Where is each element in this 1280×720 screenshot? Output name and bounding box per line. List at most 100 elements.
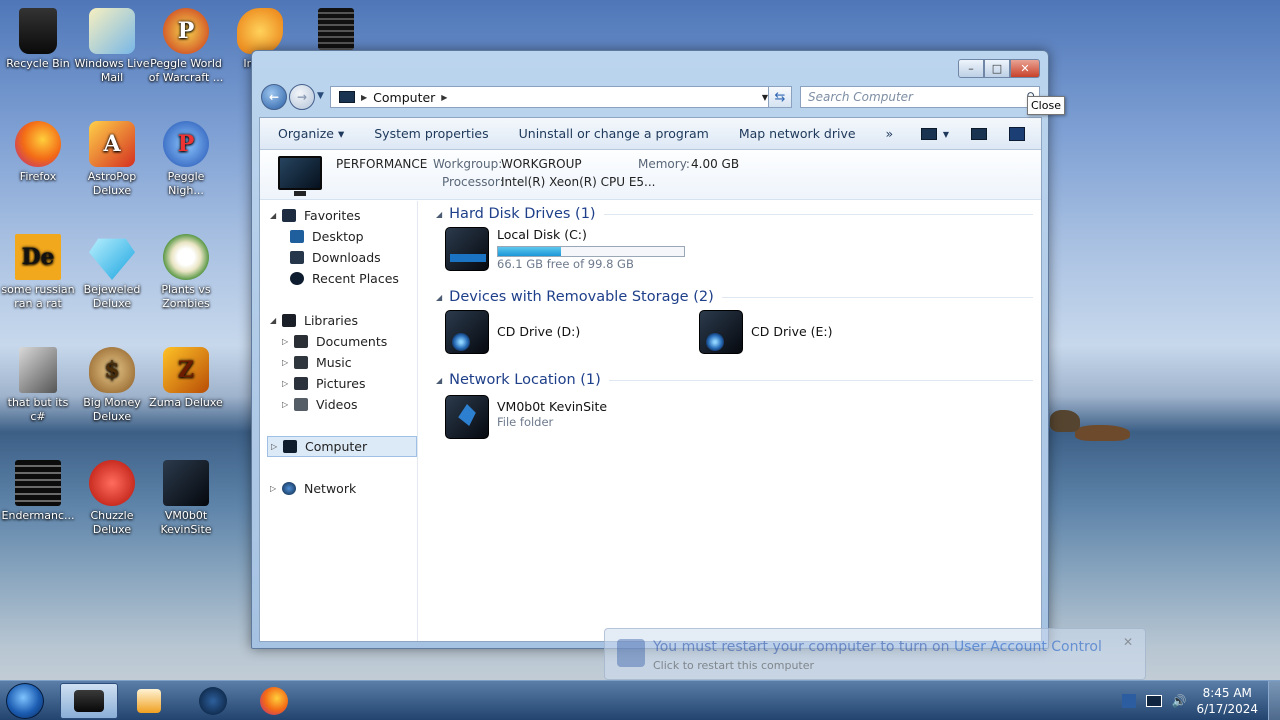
drive-c[interactable]: Local Disk (C:) 66.1 GB free of 99.8 GB <box>445 227 685 271</box>
start-button[interactable] <box>6 683 44 719</box>
content-pane: ◢ Hard Disk Drives (1) Local Disk (C:) 66… <box>426 201 1041 641</box>
command-bar: Organize ▾ System properties Uninstall o… <box>260 118 1041 150</box>
address-bar[interactable]: ▶ Computer ▶ ▼ <box>330 86 774 108</box>
computer-icon <box>283 440 297 453</box>
expand-icon[interactable]: ▷ <box>282 400 290 409</box>
group-network-location[interactable]: ◢ Network Location (1) <box>436 370 1033 390</box>
collapse-icon: ◢ <box>436 292 443 302</box>
network-location-vm0b0t[interactable]: VM0b0t KevinSite File folder <box>445 395 607 439</box>
drive-d[interactable]: CD Drive (D:) <box>445 310 580 354</box>
de-icon: De <box>15 234 61 280</box>
desktop-icon-zuma[interactable]: Z Zuma Deluxe <box>148 347 224 410</box>
tower-icon[interactable] <box>318 8 354 50</box>
desktop-icon <box>290 230 304 243</box>
desktop-icon-bejeweled[interactable]: Bejeweled Deluxe <box>74 234 150 311</box>
desktop-icon-live-mail[interactable]: Windows Live Mail <box>74 8 150 85</box>
maximize-button[interactable]: □ <box>984 59 1010 78</box>
taskbar-explorer[interactable] <box>60 683 118 719</box>
organize-button[interactable]: Organize ▾ <box>260 126 359 141</box>
search-input[interactable]: Search Computer ⚲ <box>800 86 1040 108</box>
desktop-icon-chuzzle[interactable]: Chuzzle Deluxe <box>74 460 150 537</box>
workgroup-label: Workgroup: <box>433 157 503 171</box>
desktop-icon-endermanch[interactable]: Endermanc... <box>0 460 76 523</box>
expand-icon[interactable]: ▷ <box>282 358 290 367</box>
computer-icon <box>278 156 322 196</box>
processor-label: Processor: <box>442 175 504 189</box>
taskbar-network[interactable] <box>184 683 242 719</box>
nav-videos[interactable]: ▷ Videos <box>260 394 418 415</box>
desktop-icon-recycle-bin[interactable]: Recycle Bin <box>0 8 76 71</box>
navigation-pane: ◢ Favorites Desktop Downloads Recent Plac… <box>260 201 418 641</box>
expand-icon[interactable]: ▷ <box>282 379 290 388</box>
map-network-drive-button[interactable]: Map network drive <box>724 126 871 141</box>
system-tray: 🔊 8:45 AM 6/17/2024 <box>1121 681 1258 720</box>
collapse-icon: ◢ <box>436 209 443 219</box>
desktop-icon-pvz[interactable]: Plants vs Zombies <box>148 234 224 311</box>
details-pane: PERFORMANCE Workgroup: WORKGROUP Memory:… <box>260 150 1041 200</box>
nav-pictures[interactable]: ▷ Pictures <box>260 373 418 394</box>
clock[interactable]: 8:45 AM 6/17/2024 <box>1196 685 1258 717</box>
uninstall-program-button[interactable]: Uninstall or change a program <box>504 126 724 141</box>
system-properties-button[interactable]: System properties <box>359 126 503 141</box>
nav-libraries[interactable]: ◢ Libraries <box>260 310 418 331</box>
drive-c-name: Local Disk (C:) <box>497 227 587 242</box>
windows-stack-icon <box>19 347 57 393</box>
expand-icon[interactable]: ▷ <box>282 337 290 346</box>
nav-recent-places[interactable]: Recent Places <box>260 268 418 289</box>
desktop-icon-some-russian[interactable]: De some russian ran a rat <box>0 234 76 311</box>
desktop-icon-astropop[interactable]: A AstroPop Deluxe <box>74 121 150 198</box>
expand-icon[interactable]: ▷ <box>271 442 279 451</box>
breadcrumb-computer[interactable]: Computer <box>373 90 435 105</box>
nav-desktop[interactable]: Desktop <box>260 226 418 247</box>
collapse-icon[interactable]: ◢ <box>270 211 278 220</box>
group-hard-disk-drives[interactable]: ◢ Hard Disk Drives (1) <box>436 204 1033 224</box>
recent-places-icon <box>290 272 304 285</box>
nav-music[interactable]: ▷ Music <box>260 352 418 373</box>
nav-downloads[interactable]: Downloads <box>260 247 418 268</box>
expand-icon[interactable]: ▷ <box>270 484 278 493</box>
action-center-tray-icon[interactable] <box>1121 694 1136 708</box>
taskbar-media-player[interactable] <box>120 683 178 719</box>
desktop-icon-peggle-nights[interactable]: P Peggle Nigh... <box>148 121 224 198</box>
explorer-window[interactable]: – □ ✕ ← → ▼ ▶ Computer ▶ ▼ ⇆ Search Comp… <box>251 50 1049 649</box>
uac-link[interactable]: User Account Control <box>954 639 1102 655</box>
change-view-button[interactable]: ▼ <box>920 128 949 140</box>
preview-pane-button[interactable] <box>971 128 987 140</box>
videos-icon <box>294 398 308 411</box>
notification-close-icon[interactable]: ✕ <box>1123 635 1133 649</box>
refresh-button[interactable]: ⇆ <box>768 86 792 108</box>
music-icon <box>294 356 308 369</box>
network-tray-icon[interactable] <box>1145 695 1162 707</box>
uac-notification[interactable]: You must restart your computer to turn o… <box>604 628 1146 680</box>
close-button[interactable]: ✕ <box>1010 59 1040 78</box>
nav-documents[interactable]: ▷ Documents <box>260 331 418 352</box>
workgroup-value: WORKGROUP <box>501 157 582 171</box>
back-button[interactable]: ← <box>261 84 287 110</box>
notification-title: You must restart your computer to turn o… <box>653 639 1102 655</box>
breadcrumb-arrow-icon[interactable]: ▶ <box>361 93 367 102</box>
volume-icon[interactable]: 🔊 <box>1172 694 1187 708</box>
more-commands-button[interactable]: » <box>871 126 909 141</box>
taskbar-firefox[interactable] <box>245 683 303 719</box>
show-desktop-button[interactable] <box>1268 681 1280 720</box>
desktop-icon-peggle-wow[interactable]: P Peggle World of Warcraft ... <box>148 8 224 85</box>
notification-subtitle[interactable]: Click to restart this computer <box>653 659 814 672</box>
desktop-icon-csharp[interactable]: that but its c# <box>0 347 76 424</box>
recent-pages-dropdown[interactable]: ▼ <box>317 91 324 101</box>
nav-favorites[interactable]: ◢ Favorites <box>260 205 418 226</box>
breadcrumb-arrow-icon[interactable]: ▶ <box>441 93 447 102</box>
collapse-icon[interactable]: ◢ <box>270 316 278 325</box>
desktop-icon-vm0b0t[interactable]: VM0b0t KevinSite <box>148 460 224 537</box>
help-button[interactable] <box>1009 127 1025 141</box>
desktop-icon-firefox[interactable]: Firefox <box>0 121 76 184</box>
group-removable-storage[interactable]: ◢ Devices with Removable Storage (2) <box>436 287 1033 307</box>
console-icon <box>15 460 61 506</box>
drive-e[interactable]: CD Drive (E:) <box>699 310 833 354</box>
nav-computer[interactable]: ▷ Computer <box>267 436 417 457</box>
minimize-button[interactable]: – <box>958 59 984 78</box>
nav-network[interactable]: ▷ Network <box>260 478 418 499</box>
flower-icon <box>163 234 209 280</box>
forward-button[interactable]: → <box>289 84 315 110</box>
desktop-icon-big-money[interactable]: $ Big Money Deluxe <box>74 347 150 424</box>
computer-name: PERFORMANCE <box>336 157 428 171</box>
